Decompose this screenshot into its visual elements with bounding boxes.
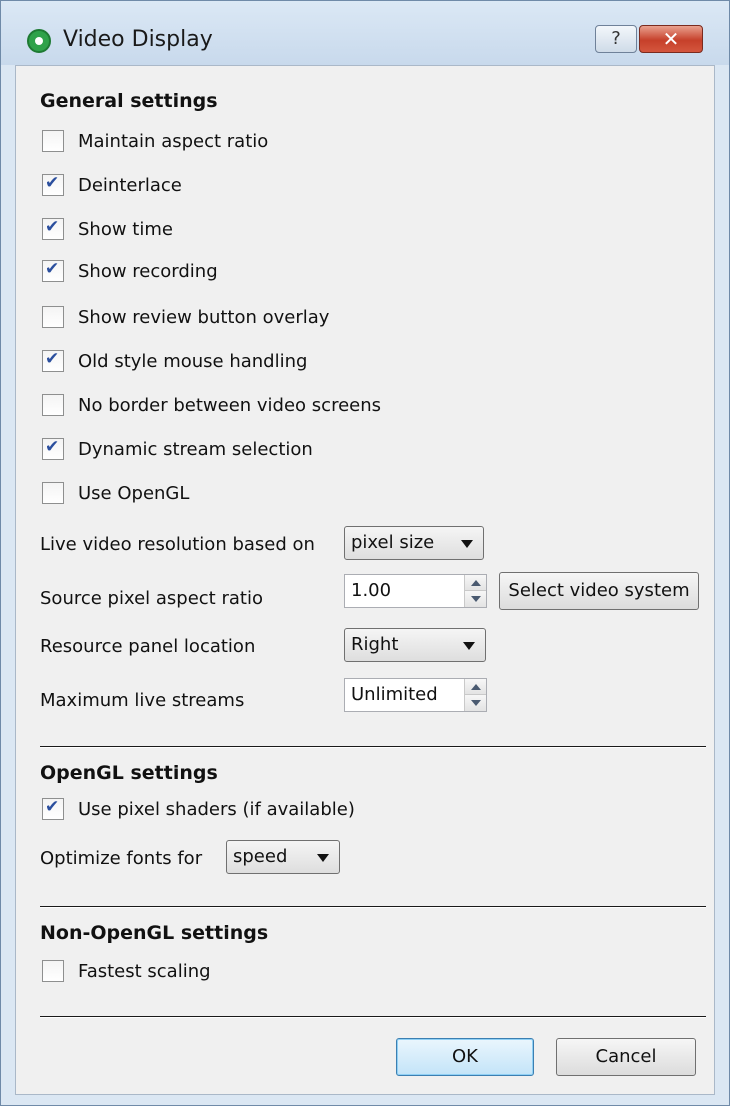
optimize-fonts-label: Optimize fonts for (40, 848, 203, 869)
checkbox-label: Deinterlace (78, 174, 182, 196)
non-opengl-settings-title: Non-OpenGL settings (40, 922, 269, 944)
spin-buttons (464, 679, 486, 711)
select-video-system-button[interactable]: Select video system (499, 572, 699, 610)
checkbox-label: Use pixel shaders (if available) (78, 798, 355, 820)
dialog-body: General settings Maintain aspect ratio D… (15, 65, 715, 1095)
resource-panel-label: Resource panel location (40, 636, 256, 657)
option-deinterlace[interactable]: Deinterlace (42, 170, 182, 200)
spin-buttons (464, 575, 486, 607)
checkbox[interactable] (42, 306, 64, 328)
checkbox-label: Show review button overlay (78, 306, 330, 328)
checkbox[interactable] (42, 173, 64, 196)
checkbox[interactable] (42, 960, 64, 982)
checkbox-label: Old style mouse handling (78, 350, 308, 372)
checkbox[interactable] (42, 437, 64, 460)
option-use-opengl[interactable]: Use OpenGL (42, 478, 189, 508)
eye-icon (27, 29, 51, 53)
option-show-recording[interactable]: Show recording (42, 256, 218, 286)
opengl-settings-title: OpenGL settings (40, 762, 218, 784)
source-aspect-spinbox[interactable]: 1.00 (344, 574, 487, 608)
dropdown-arrow-icon (461, 540, 473, 548)
checkbox-label: No border between video screens (78, 394, 382, 416)
checkbox[interactable] (42, 349, 64, 372)
help-button[interactable]: ? (595, 25, 637, 53)
checkbox-label: Fastest scaling (78, 960, 211, 982)
live-resolution-label: Live video resolution based on (40, 534, 315, 555)
option-dynamic-stream-selection[interactable]: Dynamic stream selection (42, 434, 313, 464)
spin-up-icon[interactable] (465, 575, 486, 591)
max-streams-spinbox[interactable]: Unlimited (344, 678, 487, 712)
live-resolution-value: pixel size (351, 532, 435, 553)
checkbox[interactable] (42, 797, 64, 820)
max-streams-label: Maximum live streams (40, 690, 245, 711)
option-fastest-scaling[interactable]: Fastest scaling (42, 956, 211, 986)
separator (40, 746, 706, 748)
option-show-review-button-overlay[interactable]: Show review button overlay (42, 302, 329, 332)
checkbox[interactable] (42, 482, 64, 504)
option-show-time[interactable]: Show time (42, 214, 173, 244)
option-use-pixel-shaders[interactable]: Use pixel shaders (if available) (42, 794, 355, 824)
dropdown-arrow-icon (463, 642, 475, 650)
source-aspect-value: 1.00 (351, 580, 392, 601)
checkbox[interactable] (42, 394, 64, 416)
source-aspect-label: Source pixel aspect ratio (40, 588, 263, 609)
live-resolution-combo[interactable]: pixel size (344, 526, 484, 560)
checkbox-label: Use OpenGL (78, 482, 190, 504)
close-button[interactable]: ✕ (639, 25, 703, 53)
option-no-border-between-video-screens[interactable]: No border between video screens (42, 390, 381, 420)
option-maintain-aspect-ratio[interactable]: Maintain aspect ratio (42, 126, 268, 156)
spin-down-icon[interactable] (465, 591, 486, 607)
resource-panel-combo[interactable]: Right (344, 628, 486, 662)
max-streams-value: Unlimited (351, 684, 438, 705)
checkbox[interactable] (42, 130, 64, 152)
video-display-dialog: Video Display ? ✕ General settings Maint… (0, 0, 730, 1106)
spin-up-icon[interactable] (465, 679, 486, 695)
resource-panel-value: Right (351, 634, 399, 655)
dropdown-arrow-icon (317, 854, 329, 862)
checkbox-label: Show time (78, 218, 173, 240)
checkbox[interactable] (42, 217, 64, 240)
general-settings-title: General settings (40, 90, 218, 112)
window-title: Video Display (63, 27, 213, 52)
title-bar[interactable]: Video Display ? ✕ (1, 1, 729, 65)
optimize-fonts-value: speed (233, 846, 288, 867)
spin-down-icon[interactable] (465, 695, 486, 711)
checkbox-label: Maintain aspect ratio (78, 130, 269, 152)
checkbox[interactable] (42, 259, 64, 282)
checkbox-label: Show recording (78, 260, 218, 282)
optimize-fonts-combo[interactable]: speed (226, 840, 340, 874)
cancel-button[interactable]: Cancel (556, 1038, 696, 1076)
ok-button[interactable]: OK (396, 1038, 534, 1076)
separator (40, 906, 706, 908)
checkbox-label: Dynamic stream selection (78, 438, 313, 460)
option-old-style-mouse-handling[interactable]: Old style mouse handling (42, 346, 307, 376)
separator (40, 1016, 706, 1018)
